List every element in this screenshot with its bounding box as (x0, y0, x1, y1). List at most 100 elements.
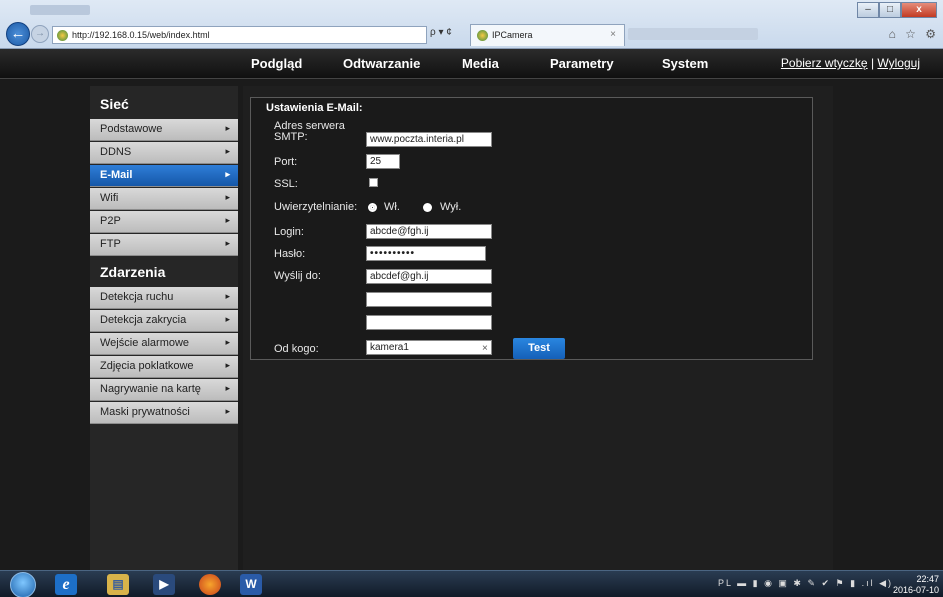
url-text: http://192.168.0.15/web/index.html (72, 30, 210, 40)
login-input[interactable] (366, 224, 492, 239)
chevron-right-icon: ▸ (225, 314, 230, 324)
download-plugin-link[interactable]: Pobierz wtyczkę (781, 56, 868, 70)
nav-right-links: Pobierz wtyczkę | Wyloguj (781, 56, 920, 70)
back-button[interactable]: ← (6, 22, 30, 46)
chevron-right-icon: ▸ (225, 291, 230, 301)
chevron-right-icon: ▸ (225, 123, 230, 133)
send-to-input-2[interactable] (366, 292, 492, 307)
sidebar-item-nagrywanie-na-karte[interactable]: Nagrywanie na kartę ▸ (90, 379, 238, 401)
sidebar-item-label: FTP (100, 238, 121, 250)
sidebar-item-label: E-Mail (100, 169, 133, 181)
browser-chrome: ← → http://192.168.0.15/web/index.html ρ… (0, 0, 943, 49)
windows-taskbar: e ▤ ▶ W PL ▬ ▮ ◉ ▣ ✱ ✎ ✔ ⚑ ▮ .ıl ◀) 22:4… (0, 570, 943, 597)
firefox-icon[interactable] (199, 574, 221, 595)
clock-time: 22:47 (916, 574, 939, 584)
sidebar-item-wejscie-alarmowe[interactable]: Wejście alarmowe ▸ (90, 333, 238, 355)
sidebar-item-email[interactable]: E-Mail ▸ (90, 165, 238, 187)
sidebar-section-zdarzenia: Zdarzenia (100, 264, 166, 280)
file-explorer-icon[interactable]: ▤ (107, 574, 129, 595)
sidebar: Sieć Podstawowe ▸ DDNS ▸ E-Mail ▸ Wifi ▸… (90, 86, 238, 570)
sidebar-item-ddns[interactable]: DDNS ▸ (90, 142, 238, 164)
nav-parametry[interactable]: Parametry (550, 56, 614, 71)
maximize-button[interactable]: □ (879, 2, 901, 18)
chevron-right-icon: ▸ (225, 192, 230, 202)
auth-off-label: Wył. (440, 201, 462, 213)
ssl-checkbox[interactable] (369, 178, 378, 187)
address-bar-icons[interactable]: ρ ▾ ¢ (430, 27, 452, 38)
blurred-toolbar-area (30, 5, 90, 15)
media-player-icon[interactable]: ▶ (153, 574, 175, 595)
sidebar-item-label: DDNS (100, 146, 132, 158)
top-navigation: Podgląd Odtwarzanie Media Parametry Syst… (0, 49, 943, 79)
smtp-label-line2: SMTP: (274, 131, 308, 143)
site-favicon-icon (57, 30, 68, 41)
sidebar-item-detekcja-ruchu[interactable]: Detekcja ruchu ▸ (90, 287, 238, 309)
sidebar-item-label: Detekcja zakrycia (100, 314, 187, 326)
chevron-right-icon: ▸ (225, 238, 230, 248)
chevron-right-icon: ▸ (225, 215, 230, 225)
sidebar-item-zdjecia-poklatkowe[interactable]: Zdjęcia poklatkowe ▸ (90, 356, 238, 378)
clock-date: 2016-07-10 (892, 585, 939, 595)
sidebar-section-siec: Sieć (100, 96, 129, 112)
sidebar-item-label: Podstawowe (100, 123, 163, 135)
password-input[interactable] (366, 246, 486, 261)
auth-on-label: Wł. (384, 201, 400, 213)
chevron-right-icon: ▸ (225, 169, 230, 179)
chevron-right-icon: ▸ (225, 406, 230, 416)
clear-input-icon[interactable]: × (482, 343, 488, 354)
test-button[interactable]: Test (513, 338, 565, 359)
minimize-button[interactable]: – (857, 2, 879, 18)
nav-odtwarzanie[interactable]: Odtwarzanie (343, 56, 420, 71)
panel-title: Ustawienia E-Mail: (266, 102, 363, 114)
word-icon[interactable]: W (240, 574, 262, 595)
right-gutter (835, 86, 943, 570)
nav-system[interactable]: System (662, 56, 708, 71)
from-label: Od kogo: (274, 343, 319, 355)
send-to-input-1[interactable] (366, 269, 492, 284)
forward-button[interactable]: → (31, 25, 49, 43)
logout-link[interactable]: Wyloguj (877, 56, 920, 70)
nav-media[interactable]: Media (462, 56, 499, 71)
auth-label: Uwierzytelnianie: (274, 201, 358, 213)
system-tray[interactable]: PL ▬ ▮ ◉ ▣ ✱ ✎ ✔ ⚑ ▮ .ıl ◀) (718, 578, 893, 589)
sidebar-item-label: Wifi (100, 192, 119, 204)
send-to-input-3[interactable] (366, 315, 492, 330)
sidebar-item-ftp[interactable]: FTP ▸ (90, 234, 238, 256)
tab-title: IPCamera (492, 30, 533, 40)
tab-close-icon[interactable]: × (610, 29, 616, 40)
sidebar-item-detekcja-zakrycia[interactable]: Detekcja zakrycia ▸ (90, 310, 238, 332)
sidebar-item-maski-prywatnosci[interactable]: Maski prywatności ▸ (90, 402, 238, 424)
nav-separator: | (870, 56, 875, 70)
auth-on-radio[interactable] (368, 203, 377, 212)
home-favorites-settings-icons[interactable]: ⌂ ☆ ⚙ (889, 27, 939, 41)
sidebar-item-label: Maski prywatności (100, 406, 190, 418)
sidebar-item-p2p[interactable]: P2P ▸ (90, 211, 238, 233)
address-bar[interactable]: http://192.168.0.15/web/index.html (52, 26, 427, 44)
port-label: Port: (274, 156, 298, 168)
tab-favicon-icon (477, 30, 488, 41)
sidebar-item-label: Nagrywanie na kartę (100, 383, 201, 395)
close-window-button[interactable]: x (901, 2, 937, 18)
chevron-right-icon: ▸ (225, 383, 230, 393)
nav-podglad[interactable]: Podgląd (251, 56, 302, 71)
ssl-label: SSL: (274, 178, 298, 190)
sidebar-item-label: Wejście alarmowe (100, 337, 190, 349)
blurred-tab (628, 28, 758, 40)
internet-explorer-icon[interactable]: e (55, 574, 77, 595)
chevron-right-icon: ▸ (225, 146, 230, 156)
sidebar-item-wifi[interactable]: Wifi ▸ (90, 188, 238, 210)
password-label: Hasło: (274, 248, 306, 260)
sidebar-item-label: Detekcja ruchu (100, 291, 174, 303)
from-input[interactable] (366, 340, 492, 355)
start-button[interactable] (10, 572, 36, 597)
window-controls: – □ x (857, 2, 937, 20)
sidebar-item-podstawowe[interactable]: Podstawowe ▸ (90, 119, 238, 141)
chevron-right-icon: ▸ (225, 337, 230, 347)
sidebar-item-label: Zdjęcia poklatkowe (100, 360, 194, 372)
browser-tab[interactable]: IPCamera × (470, 24, 625, 46)
chevron-right-icon: ▸ (225, 360, 230, 370)
smtp-server-input[interactable] (366, 132, 492, 147)
taskbar-clock[interactable]: 22:47 2016-07-10 (893, 574, 939, 596)
auth-off-radio[interactable] (423, 203, 432, 212)
port-input[interactable] (366, 154, 400, 169)
